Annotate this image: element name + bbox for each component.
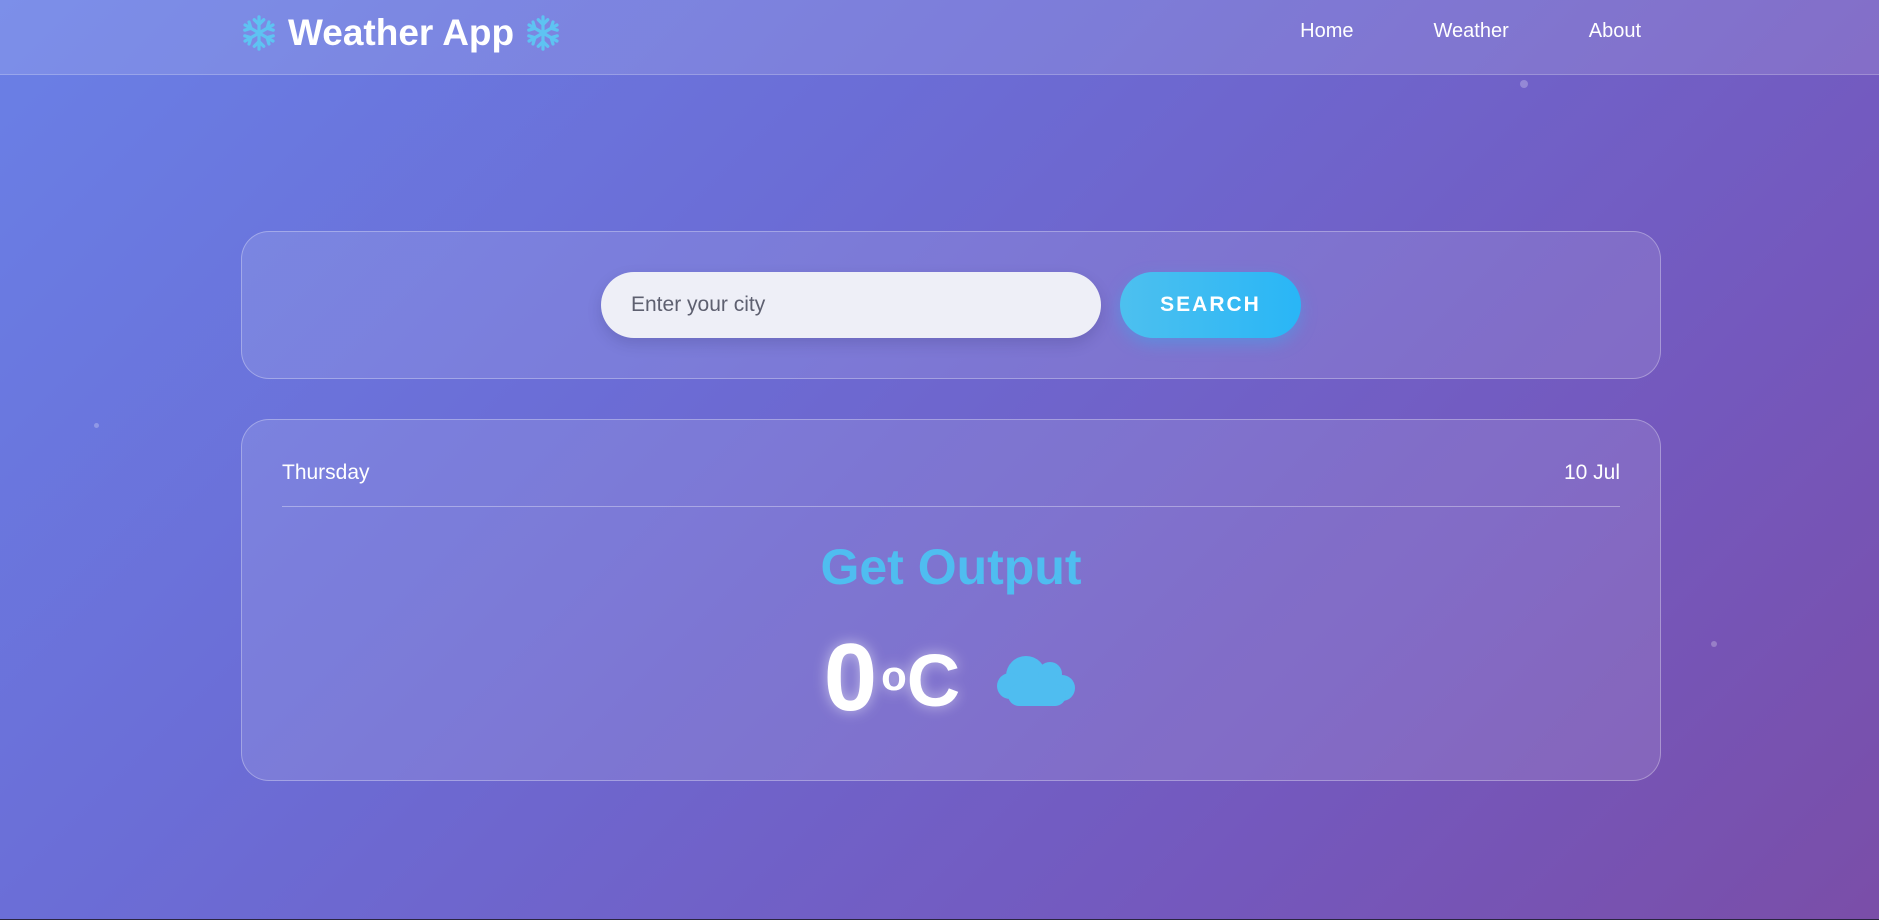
nav-links: Home Weather About [1300,20,1641,43]
city-search-input[interactable] [601,272,1101,338]
nav-link-about[interactable]: About [1589,20,1641,43]
snowflake-icon [243,15,275,51]
snowflake-icon [527,15,560,51]
temperature-value: 0 [823,624,878,731]
city-name: Get Output [820,539,1082,595]
navbar: Weather App Home Weather About [0,0,1879,75]
temperature-unit: C [906,639,961,722]
divider [282,506,1620,507]
cloud-icon [997,656,1076,706]
nav-link-weather[interactable]: Weather [1434,20,1509,43]
decorative-dot [1520,80,1528,88]
decorative-dot [94,423,99,428]
app-brand[interactable]: Weather App [240,10,562,56]
temperature-display: 0 o C [824,630,961,726]
search-card: SEARCH [241,231,1661,379]
decorative-dot [1711,641,1717,647]
nav-link-home[interactable]: Home [1300,20,1353,43]
app-title: Weather App [288,12,515,53]
search-button[interactable]: SEARCH [1120,272,1301,338]
weather-day: Thursday [282,461,370,484]
degree-symbol: o [881,652,907,699]
weather-date: 10 Jul [1563,461,1620,484]
weather-card: Thursday 10 Jul Get Output 0 o C [241,419,1661,781]
temperature-row: 0 o C [242,630,1660,726]
